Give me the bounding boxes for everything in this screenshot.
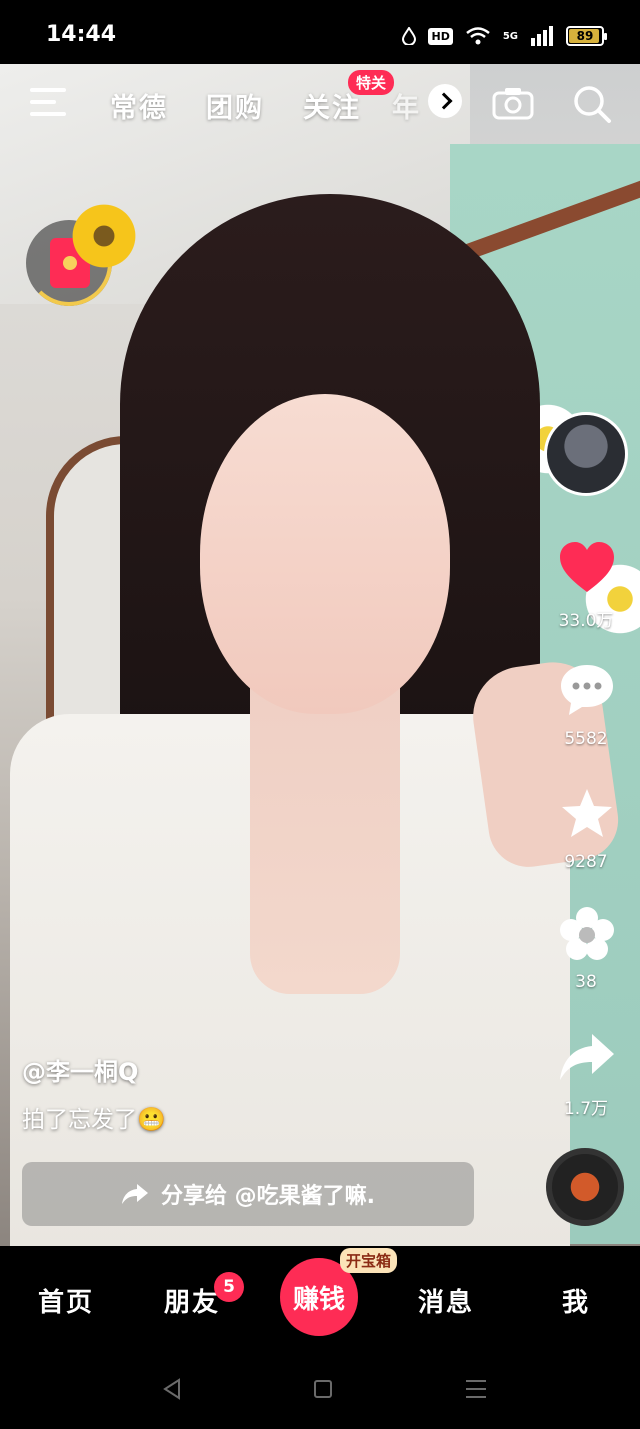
status-icons: HD 5G 89 bbox=[402, 22, 607, 50]
water-drop-icon bbox=[402, 27, 417, 45]
treasure-tag: 开宝箱 bbox=[340, 1248, 398, 1273]
camera-icon[interactable] bbox=[492, 86, 534, 120]
chevron-right-icon[interactable] bbox=[428, 84, 462, 118]
tab-partial[interactable]: 年 bbox=[392, 86, 421, 125]
following-badge: 特关 bbox=[348, 70, 395, 95]
bottom-nav: 首页 朋友 5 赚钱 开宝箱 消息 我 bbox=[0, 1246, 640, 1356]
music-disc-icon[interactable] bbox=[546, 1148, 624, 1226]
cell-signal-icon bbox=[531, 26, 553, 46]
share-suggestion-text: 分享给 @吃果酱了嘛. bbox=[160, 1184, 376, 1209]
author-avatar[interactable] bbox=[544, 412, 628, 496]
hd-badge: HD bbox=[428, 27, 453, 45]
share-count: 1.7万 bbox=[563, 1099, 609, 1119]
menu-icon[interactable] bbox=[30, 88, 68, 118]
like-count: 33.0万 bbox=[558, 611, 614, 631]
flower-count: 38 bbox=[575, 972, 597, 992]
star-icon[interactable] bbox=[558, 786, 616, 842]
signal-label: 5G bbox=[502, 30, 518, 42]
status-time: 14:44 bbox=[46, 22, 117, 47]
nav-friends[interactable]: 朋友 bbox=[164, 1282, 220, 1319]
battery-level: 89 bbox=[576, 29, 594, 43]
favorite-count: 9287 bbox=[564, 852, 608, 872]
back-icon[interactable] bbox=[162, 1378, 182, 1400]
flower-icon[interactable] bbox=[558, 906, 616, 962]
share-arrow-icon[interactable] bbox=[558, 1030, 616, 1086]
tab-group-buy[interactable]: 团购 bbox=[206, 86, 264, 125]
nav-messages[interactable]: 消息 bbox=[418, 1282, 474, 1319]
nav-me[interactable]: 我 bbox=[562, 1282, 590, 1319]
nav-home[interactable]: 首页 bbox=[38, 1282, 94, 1319]
author-name[interactable]: @李一桐Q bbox=[22, 1052, 138, 1087]
share-arrow-icon bbox=[121, 1184, 148, 1204]
earn-label: 赚钱 bbox=[292, 1284, 345, 1315]
tab-changde[interactable]: 常德 bbox=[110, 86, 168, 125]
search-icon[interactable] bbox=[572, 84, 612, 124]
comment-icon[interactable] bbox=[558, 662, 616, 718]
heart-icon[interactable] bbox=[558, 540, 616, 596]
recents-icon[interactable] bbox=[466, 1380, 486, 1398]
comment-count: 5582 bbox=[564, 729, 608, 749]
video-face bbox=[200, 394, 450, 714]
video-caption: 拍了忘发了😬 bbox=[22, 1107, 166, 1133]
home-icon[interactable] bbox=[314, 1380, 332, 1398]
wifi-icon bbox=[466, 27, 490, 45]
friends-badge: 5 bbox=[214, 1272, 244, 1302]
battery-indicator: 89 bbox=[566, 26, 607, 46]
status-bar: 14:44 HD 5G 89 bbox=[0, 0, 640, 64]
sunflower-icon bbox=[64, 196, 144, 276]
system-nav-bar bbox=[0, 1356, 640, 1429]
share-suggestion-bar[interactable]: 分享给 @吃果酱了嘛. bbox=[22, 1162, 474, 1226]
